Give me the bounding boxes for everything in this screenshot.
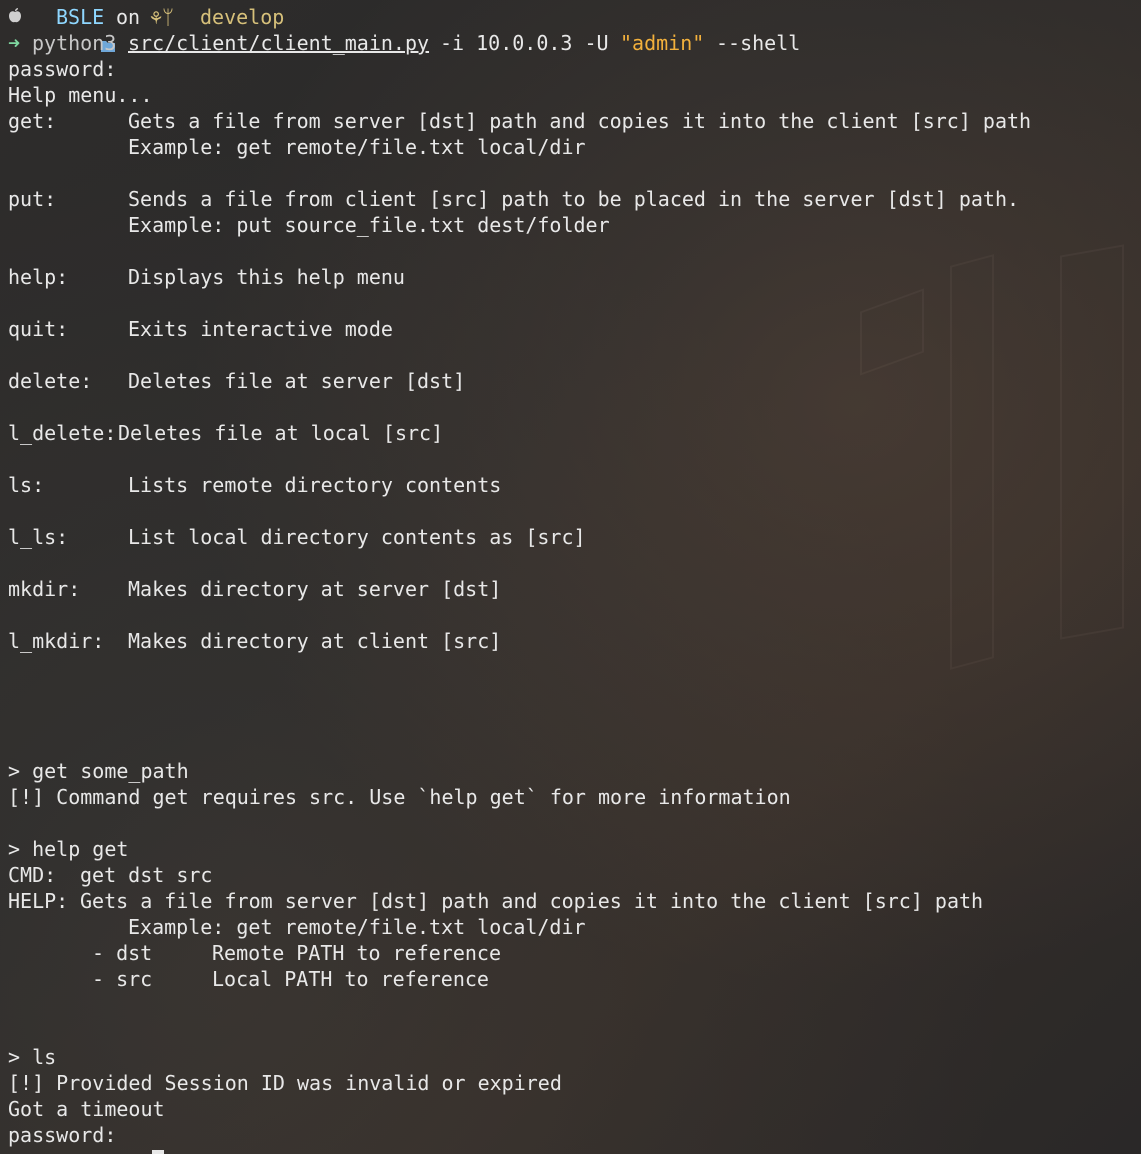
prompt-line: BSLE on ⚘ᛘ develop xyxy=(8,4,284,52)
user-input-help-get: > help get xyxy=(8,837,129,861)
prompt-arrow-icon: ➜ xyxy=(8,31,21,55)
help-desc: Lists remote directory contents xyxy=(128,473,502,497)
help-cmd: delete: xyxy=(8,369,93,393)
error-message: [!] Provided Session ID was invalid or e… xyxy=(8,1071,562,1095)
wallpaper-shape xyxy=(860,288,924,376)
text-cursor xyxy=(152,1150,164,1154)
help-cmd: mkdir: xyxy=(8,577,81,601)
help-example-put: Example: put source_file.txt dest/folder xyxy=(8,212,610,238)
help-entry-put: put: Sends a file from client [src] path… xyxy=(8,186,1019,212)
on-text: on xyxy=(116,5,141,29)
arg-src-line: - src Local PATH to reference xyxy=(8,966,489,992)
timeout-message: Got a timeout xyxy=(8,1097,165,1121)
help-value: Gets a file from server [dst] path and c… xyxy=(80,889,984,913)
command-path: src/client/client_main.py xyxy=(128,31,430,55)
arg-desc: Remote PATH to reference xyxy=(212,941,501,965)
help-entry-get: get: Gets a file from server [dst] path … xyxy=(8,108,1031,134)
help-entry-ls: ls: Lists remote directory contents xyxy=(8,472,501,498)
cmd-usage-line: CMD: get dst src xyxy=(8,862,212,888)
user-input-ls: > ls xyxy=(8,1045,57,1069)
help-example: Example: put source_file.txt dest/folder xyxy=(128,213,610,237)
help-cmd: get: xyxy=(8,109,57,133)
help-entry-l-mkdir: l_mkdir: Makes directory at client [src] xyxy=(8,628,501,654)
password-input[interactable]: password: xyxy=(8,1122,116,1148)
command-args: -i 10.0.0.3 -U xyxy=(440,31,609,55)
help-entry-delete: delete: Deletes file at server [dst] xyxy=(8,368,465,394)
help-example-line: Example: get remote/file.txt local/dir xyxy=(8,914,586,940)
cmd-label: CMD: xyxy=(8,863,57,887)
help-cmd: quit: xyxy=(8,317,69,341)
help-desc: Gets a file from server [dst] path and c… xyxy=(128,109,1032,133)
wallpaper-shape xyxy=(950,254,994,670)
arg-name: - dst xyxy=(92,941,153,965)
command-username: "admin" xyxy=(620,31,705,55)
help-cmd: l_ls: xyxy=(8,525,69,549)
help-example: Example: get remote/file.txt local/dir xyxy=(128,915,586,939)
help-desc: Displays this help menu xyxy=(128,265,405,289)
terminal-window[interactable]: BSLE on ⚘ᛘ develop ➜ python3 src/client/… xyxy=(0,0,1141,1154)
help-label: HELP: xyxy=(8,889,69,913)
help-desc: Makes directory at client [src] xyxy=(128,629,502,653)
password-prompt: password: xyxy=(8,57,117,81)
apple-icon xyxy=(8,4,22,30)
command-line: ➜ python3 src/client/client_main.py -i 1… xyxy=(8,30,800,56)
help-entry-l-delete: l_delete: Deletes file at local [src] xyxy=(8,420,443,446)
help-entry-help: help: Displays this help menu xyxy=(8,264,405,290)
help-cmd: l_mkdir: xyxy=(8,629,105,653)
help-menu-title: Help menu... xyxy=(8,83,153,107)
help-desc: List local directory contents as [src] xyxy=(128,525,586,549)
cmd-value: get dst src xyxy=(80,863,213,887)
help-example-get: Example: get remote/file.txt local/dir xyxy=(8,134,586,160)
help-cmd: l_delete: xyxy=(8,421,117,445)
help-desc-line: HELP: Gets a file from server [dst] path… xyxy=(8,888,983,914)
help-example: Example: get remote/file.txt local/dir xyxy=(128,135,586,159)
help-cmd: ls: xyxy=(8,473,45,497)
arg-name: - src xyxy=(92,967,153,991)
git-branch-icon: ⚘ᛘ xyxy=(150,5,175,29)
help-cmd: put: xyxy=(8,187,57,211)
current-directory: BSLE xyxy=(56,5,105,29)
help-entry-l-ls: l_ls: List local directory contents as [… xyxy=(8,524,586,550)
wallpaper-shape xyxy=(1060,244,1124,640)
error-message: [!] Command get requires src. Use `help … xyxy=(8,785,791,809)
help-cmd: help: xyxy=(8,265,69,289)
user-input-get: > get some_path xyxy=(8,759,189,783)
help-desc: Deletes file at local [src] xyxy=(118,421,444,445)
arg-dst-line: - dst Remote PATH to reference xyxy=(8,940,501,966)
help-entry-mkdir: mkdir: Makes directory at server [dst] xyxy=(8,576,501,602)
command-flag: --shell xyxy=(716,31,801,55)
help-entry-quit: quit: Exits interactive mode xyxy=(8,316,393,342)
command-program: python3 xyxy=(32,31,117,55)
help-desc: Exits interactive mode xyxy=(128,317,393,341)
arg-desc: Local PATH to reference xyxy=(212,967,489,991)
help-desc: Deletes file at server [dst] xyxy=(128,369,466,393)
help-desc: Sends a file from client [src] path to b… xyxy=(128,187,1020,211)
git-branch-name: develop xyxy=(200,5,285,29)
help-desc: Makes directory at server [dst] xyxy=(128,577,502,601)
